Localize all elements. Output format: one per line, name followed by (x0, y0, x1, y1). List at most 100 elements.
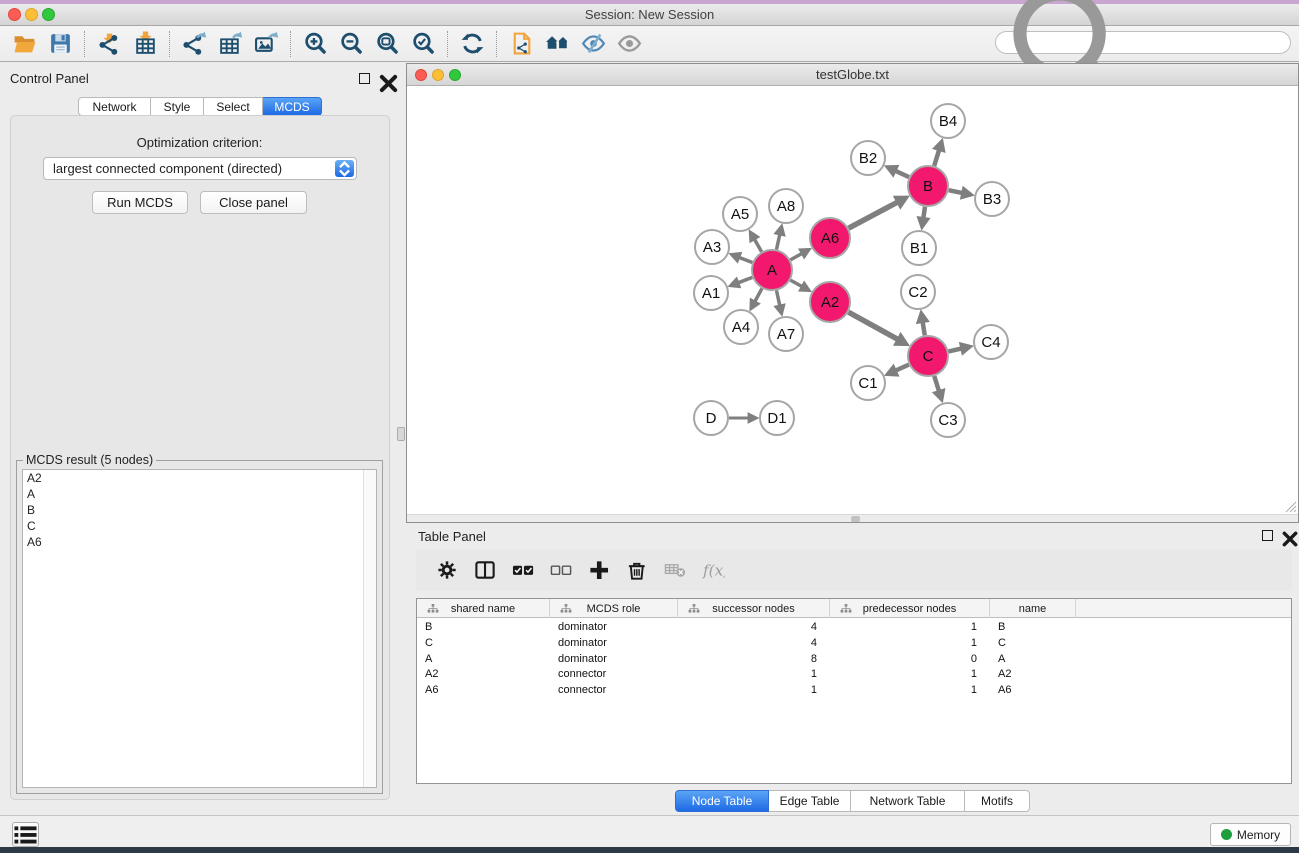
table-cell[interactable]: A (990, 651, 1076, 667)
mcds-result-item[interactable]: C (23, 518, 376, 534)
close-traffic-light[interactable] (8, 8, 21, 21)
table-row-A6[interactable]: A6connector11A6 (417, 682, 1291, 698)
graph-node-A3[interactable]: A3 (695, 230, 729, 264)
graph-edge-C-C4[interactable] (948, 348, 961, 351)
graph-node-C[interactable]: C (908, 336, 948, 376)
graph-node-A6[interactable]: A6 (810, 218, 850, 258)
table-cell[interactable]: 4 (678, 619, 830, 635)
search-field[interactable] (995, 31, 1291, 54)
network-window-titlebar[interactable]: testGlobe.txt (407, 64, 1298, 86)
graph-node-A[interactable]: A (752, 250, 792, 290)
graph-edge-C-C1[interactable] (895, 365, 909, 371)
table-row-C[interactable]: Cdominator41C (417, 635, 1291, 651)
graph-node-D1[interactable]: D1 (760, 401, 794, 435)
table-cell[interactable]: connector (550, 682, 678, 698)
result-list-scrollbar[interactable] (363, 470, 376, 787)
table-cell[interactable]: 1 (830, 666, 990, 682)
float-panel-icon[interactable] (359, 73, 370, 84)
table-cell[interactable]: A2 (990, 666, 1076, 682)
graph-node-C4[interactable]: C4 (974, 325, 1008, 359)
graph-edge-A-A4[interactable] (755, 288, 762, 301)
graph-edge-A6-B[interactable] (849, 202, 898, 228)
table-cell[interactable]: 0 (830, 651, 990, 667)
graph-node-A8[interactable]: A8 (769, 189, 803, 223)
tab-mcds[interactable]: MCDS (263, 97, 322, 116)
graph-node-D[interactable]: D (694, 401, 728, 435)
network-bottom-scrollbar[interactable] (407, 514, 1298, 522)
mcds-result-list[interactable]: A2ABCA6 (22, 469, 377, 788)
split-divider-handle[interactable] (397, 427, 405, 441)
hide-selected-button[interactable] (575, 29, 611, 59)
task-history-button[interactable] (12, 822, 39, 847)
tab-edge-table[interactable]: Edge Table (769, 790, 851, 812)
run-mcds-button[interactable]: Run MCDS (92, 191, 188, 214)
add-column-button[interactable] (580, 554, 618, 586)
memory-button[interactable]: Memory (1210, 823, 1291, 846)
table-cell[interactable]: connector (550, 666, 678, 682)
column-header-name[interactable]: name (990, 599, 1076, 618)
zoom-traffic-light[interactable] (42, 8, 55, 21)
houses-button[interactable] (539, 29, 575, 59)
table-cell[interactable]: 1 (678, 666, 830, 682)
mcds-result-item[interactable]: A2 (23, 470, 376, 486)
graph-edge-A2-C[interactable] (848, 312, 898, 339)
minimize-traffic-light[interactable] (25, 8, 38, 21)
graph-node-A7[interactable]: A7 (769, 317, 803, 351)
graph-node-B1[interactable]: B1 (902, 231, 936, 265)
table-cell[interactable]: 1 (830, 682, 990, 698)
network-zoom-traffic-light[interactable] (449, 69, 461, 81)
close-panel-icon[interactable] (378, 73, 399, 94)
table-cell[interactable]: 1 (830, 635, 990, 651)
table-cell[interactable]: A6 (990, 682, 1076, 698)
settings-gear-button[interactable] (428, 554, 466, 586)
graph-node-C2[interactable]: C2 (901, 275, 935, 309)
graph-edge-A-A7[interactable] (776, 291, 779, 307)
network-canvas[interactable]: B4B2BB3A8A5A6A3B1AC2A1A2A4A7C4CC1C3DD1 (407, 87, 1298, 515)
graph-edge-A-A2[interactable] (790, 280, 802, 287)
network-graph[interactable]: B4B2BB3A8A5A6A3B1AC2A1A2A4A7C4CC1C3DD1 (407, 87, 1298, 515)
tab-select[interactable]: Select (204, 97, 263, 116)
mcds-result-item[interactable]: B (23, 502, 376, 518)
graph-node-C3[interactable]: C3 (931, 403, 965, 437)
table-cell[interactable]: A (417, 651, 550, 667)
export-network-button[interactable] (176, 29, 212, 59)
column-header-predecessor-nodes[interactable]: predecessor nodes (830, 599, 990, 618)
open-file-button[interactable] (6, 29, 42, 59)
graph-node-B3[interactable]: B3 (975, 182, 1009, 216)
select-all-button[interactable] (504, 554, 542, 586)
deselect-all-button[interactable] (542, 554, 580, 586)
table-cell[interactable]: B (417, 619, 550, 635)
export-table-button[interactable] (212, 29, 248, 59)
graph-edge-B-B3[interactable] (949, 190, 963, 193)
table-cell[interactable]: C (417, 635, 550, 651)
table-cell[interactable]: dominator (550, 651, 678, 667)
scrollbar-thumb[interactable] (851, 516, 860, 522)
table-row-A[interactable]: Adominator80A (417, 651, 1291, 667)
graph-edge-A-A5[interactable] (754, 239, 761, 252)
graph-node-A5[interactable]: A5 (723, 197, 757, 231)
zoom-fit-button[interactable] (369, 29, 405, 59)
table-cell[interactable]: 8 (678, 651, 830, 667)
zoom-selected-button[interactable] (405, 29, 441, 59)
graph-edge-C-C3[interactable] (934, 376, 939, 391)
graph-node-A1[interactable]: A1 (694, 276, 728, 310)
table-row-B[interactable]: Bdominator41B (417, 619, 1291, 635)
network-minimize-traffic-light[interactable] (432, 69, 444, 81)
table-cell[interactable]: 4 (678, 635, 830, 651)
import-network-button[interactable] (91, 29, 127, 59)
close-panel-button[interactable]: Close panel (200, 191, 307, 214)
table-cell[interactable]: C (990, 635, 1076, 651)
table-cell[interactable]: A2 (417, 666, 550, 682)
export-image-button[interactable] (248, 29, 284, 59)
column-header-successor-nodes[interactable]: successor nodes (678, 599, 830, 618)
zoom-out-button[interactable] (333, 29, 369, 59)
graph-edge-C-C2[interactable] (923, 321, 925, 335)
graph-node-B[interactable]: B (908, 166, 948, 206)
tab-style[interactable]: Style (151, 97, 204, 116)
table-row-A2[interactable]: A2connector11A2 (417, 666, 1291, 682)
table-cell[interactable]: dominator (550, 619, 678, 635)
table-cell[interactable]: A6 (417, 682, 550, 698)
node-table[interactable]: shared nameMCDS rolesuccessor nodesprede… (416, 598, 1292, 784)
graph-node-A2[interactable]: A2 (810, 282, 850, 322)
refresh-button[interactable] (454, 29, 490, 59)
